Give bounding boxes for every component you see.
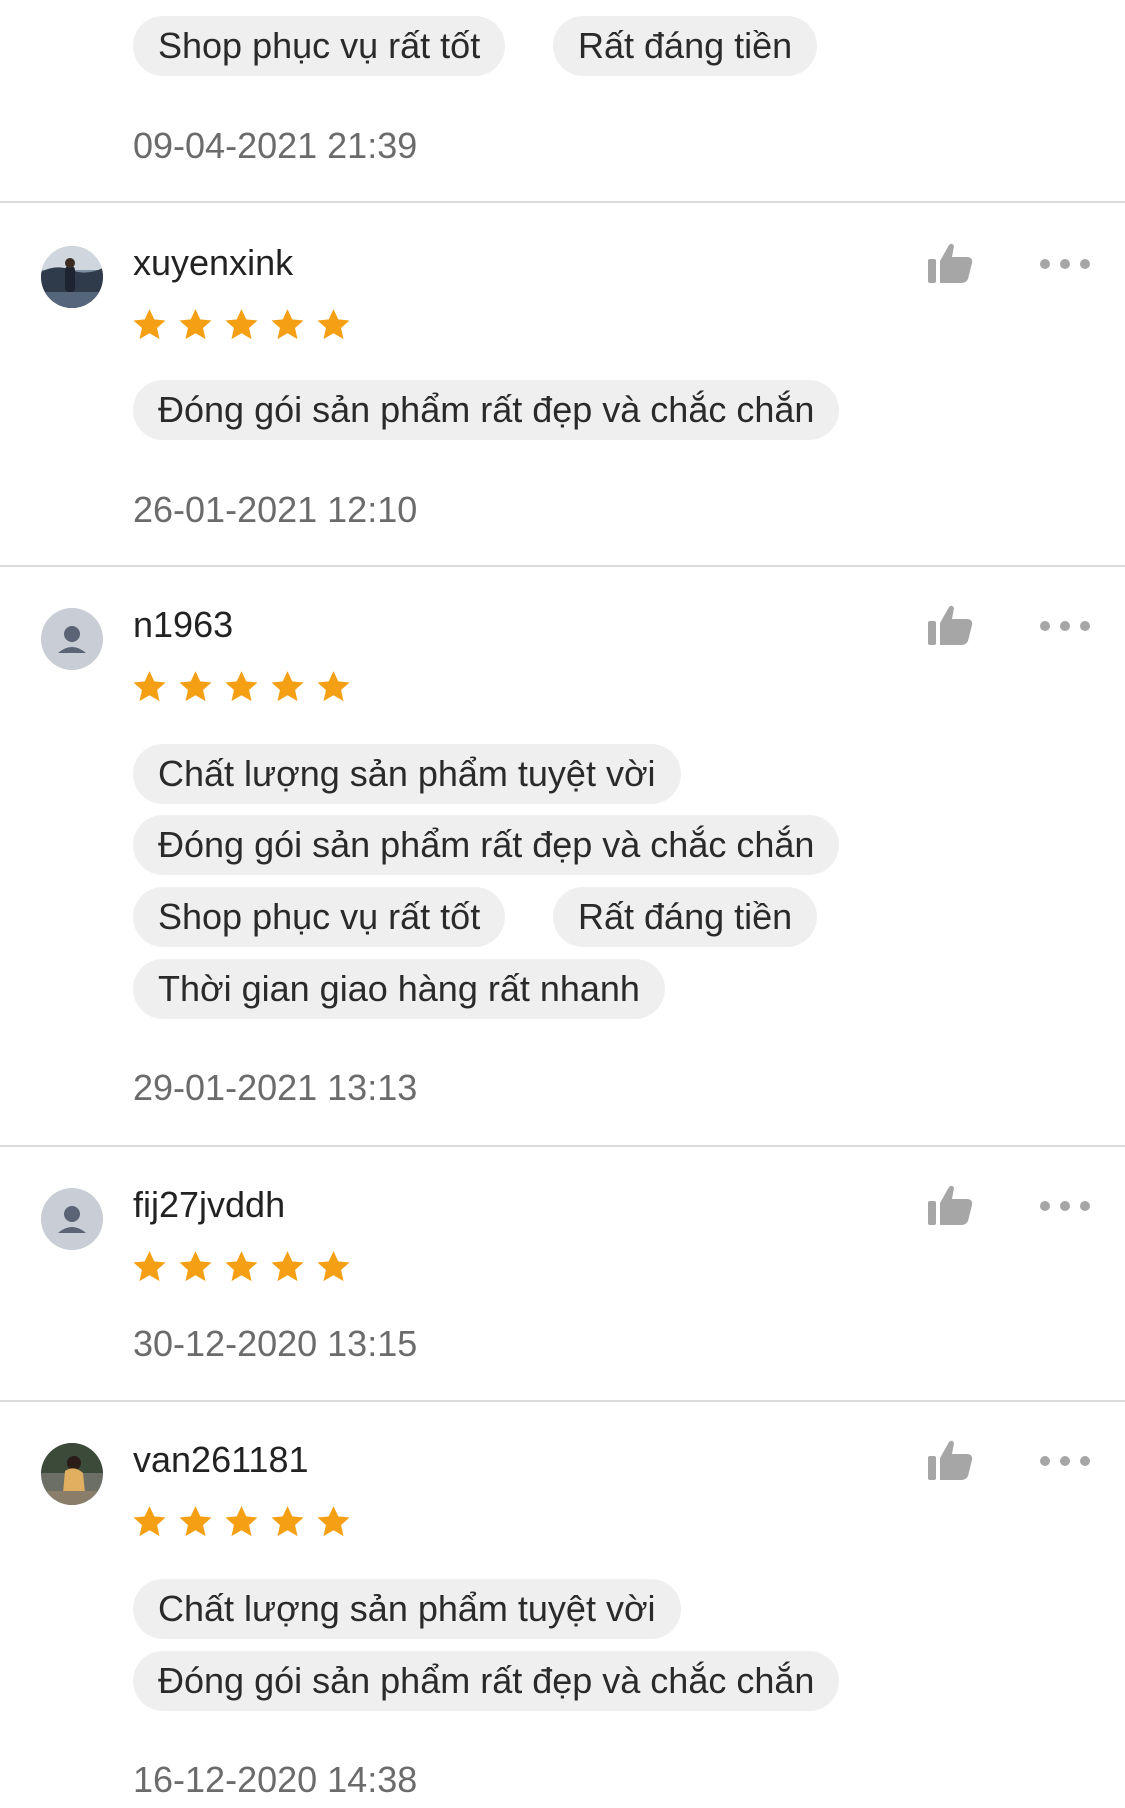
star-icon xyxy=(271,309,304,340)
thumbs-up-icon[interactable] xyxy=(926,603,974,647)
star-rating xyxy=(131,1248,352,1288)
star-icon xyxy=(317,309,350,340)
star-icon xyxy=(133,1506,166,1537)
review-tag: Shop phục vụ rất tốt xyxy=(133,887,506,947)
review-tag: Rất đáng tiền xyxy=(553,16,818,76)
more-options-icon[interactable] xyxy=(1038,616,1092,636)
default-user-icon xyxy=(41,608,103,670)
star-icon xyxy=(317,1506,350,1537)
username[interactable]: xuyenxink xyxy=(133,243,293,283)
review-tag: Chất lượng sản phẩm tuyệt vời xyxy=(133,1579,681,1639)
default-user-icon xyxy=(41,1188,103,1250)
star-icon xyxy=(179,671,212,702)
username[interactable]: van261181 xyxy=(133,1440,309,1480)
review-tag: Chất lượng sản phẩm tuyệt vời xyxy=(133,744,681,804)
review-tag: Thời gian giao hàng rất nhanh xyxy=(133,959,665,1019)
star-icon xyxy=(179,1251,212,1282)
review-date: 16-12-2020 14:38 xyxy=(133,1759,418,1800)
star-icon xyxy=(225,309,258,340)
avatar[interactable] xyxy=(41,1443,103,1505)
more-options-icon[interactable] xyxy=(1038,254,1092,274)
reviews-list: Shop phục vụ rất tốt Rất đáng tiền 09-04… xyxy=(0,0,1125,1808)
star-rating xyxy=(131,1503,352,1543)
star-icon xyxy=(133,671,166,702)
avatar[interactable] xyxy=(41,608,103,670)
star-rating xyxy=(131,668,352,708)
divider xyxy=(0,1400,1125,1402)
star-icon xyxy=(225,1506,258,1537)
review-date: 09-04-2021 21:39 xyxy=(133,125,418,166)
thumbs-up-icon[interactable] xyxy=(926,1183,974,1227)
divider xyxy=(0,1145,1125,1147)
thumbs-up-icon[interactable] xyxy=(926,1438,974,1482)
username[interactable]: fij27jvddh xyxy=(133,1185,285,1225)
star-rating xyxy=(131,306,352,346)
avatar[interactable] xyxy=(41,246,103,308)
review-tag: Đóng gói sản phẩm rất đẹp và chắc chắn xyxy=(133,380,840,440)
username[interactable]: n1963 xyxy=(133,605,233,645)
review-tag: Đóng gói sản phẩm rất đẹp và chắc chắn xyxy=(133,1651,840,1711)
review-date: 29-01-2021 13:13 xyxy=(133,1067,418,1108)
star-icon xyxy=(317,1251,350,1282)
star-icon xyxy=(133,309,166,340)
review-tag: Đóng gói sản phẩm rất đẹp và chắc chắn xyxy=(133,815,840,875)
more-options-icon[interactable] xyxy=(1038,1451,1092,1471)
user-photo-avatar xyxy=(41,1443,103,1505)
thumbs-up-icon[interactable] xyxy=(926,241,974,285)
review-tag: Rất đáng tiền xyxy=(553,887,818,947)
star-icon xyxy=(271,1506,304,1537)
star-icon xyxy=(179,1506,212,1537)
divider xyxy=(0,201,1125,203)
review-date: 26-01-2021 12:10 xyxy=(133,489,418,530)
user-photo-avatar xyxy=(41,246,103,308)
divider xyxy=(0,565,1125,567)
more-options-icon[interactable] xyxy=(1038,1196,1092,1216)
star-icon xyxy=(179,309,212,340)
star-icon xyxy=(271,671,304,702)
star-icon xyxy=(317,671,350,702)
star-icon xyxy=(133,1251,166,1282)
review-tag: Shop phục vụ rất tốt xyxy=(133,16,506,76)
star-icon xyxy=(225,671,258,702)
review-date: 30-12-2020 13:15 xyxy=(133,1323,418,1364)
star-icon xyxy=(271,1251,304,1282)
star-icon xyxy=(225,1251,258,1282)
avatar[interactable] xyxy=(41,1188,103,1250)
